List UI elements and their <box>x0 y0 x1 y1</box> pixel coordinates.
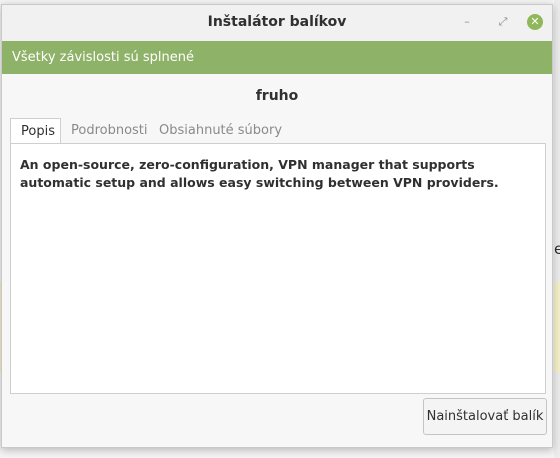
tab-details[interactable]: Podrobnosti <box>71 118 148 144</box>
package-description: An open-source, zero-configuration, VPN … <box>20 157 499 190</box>
maximize-icon[interactable]: ⤢ <box>495 14 511 30</box>
close-icon[interactable]: ✕ <box>527 14 543 30</box>
background-edge-text: es <box>554 240 560 258</box>
tab-content: An open-source, zero-configuration, VPN … <box>10 143 546 394</box>
package-installer-dialog: Inštalátor balíkov – ⤢ ✕ Všetky závislos… <box>1 4 553 448</box>
titlebar[interactable]: Inštalátor balíkov – ⤢ ✕ <box>2 5 552 42</box>
tab-included-files[interactable]: Obsiahnuté súbory <box>159 118 282 144</box>
install-package-button[interactable]: Nainštalovať balík <box>423 398 547 435</box>
background-window-edge <box>554 0 560 458</box>
minimize-icon[interactable]: – <box>459 14 475 30</box>
background-highlight-right <box>554 282 560 372</box>
tab-description[interactable]: Popis <box>10 118 61 144</box>
infobar-message: Všetky závislosti sú splnené <box>12 50 194 65</box>
package-name: fruho <box>255 88 299 104</box>
dependencies-infobar: Všetky závislosti sú splnené <box>2 41 552 74</box>
